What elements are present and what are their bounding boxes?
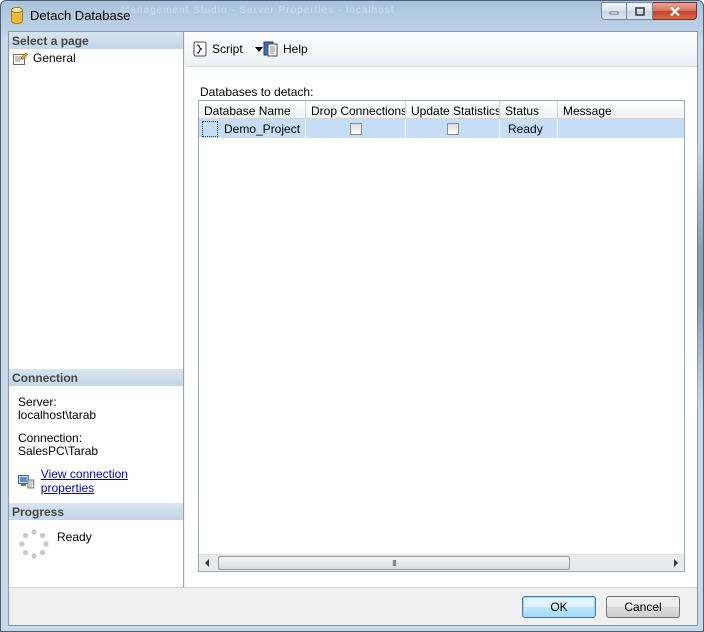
help-label: Help	[283, 42, 308, 56]
maximize-button[interactable]	[627, 2, 653, 20]
progress-status: Ready	[57, 530, 92, 544]
script-icon	[193, 41, 207, 57]
dialog-button-bar: OK Cancel	[9, 587, 697, 625]
view-connection-properties[interactable]: View connection properties	[18, 467, 183, 495]
page-item-general[interactable]: General	[13, 50, 76, 66]
page-item-label: General	[33, 51, 76, 65]
connection-properties-icon	[18, 474, 35, 488]
drop-connections-checkbox[interactable]	[349, 122, 362, 135]
minimize-button[interactable]	[601, 2, 627, 20]
scroll-left-icon[interactable]	[205, 559, 209, 567]
grid-header-row: Database Name Drop Connections Update St…	[199, 101, 684, 119]
scrollbar-thumb[interactable]: III	[218, 556, 570, 570]
row-selector[interactable]	[202, 120, 218, 137]
column-header-message[interactable]: Message	[558, 101, 684, 119]
scrollbar-grip: III	[392, 558, 397, 568]
cell-message	[558, 119, 684, 138]
minimize-icon	[609, 11, 619, 15]
cell-database-name[interactable]: Demo_Project	[199, 119, 306, 138]
window-title: Detach Database	[30, 8, 131, 23]
detach-database-window: Detach Database Management Studio - Serv…	[0, 0, 704, 632]
properties-page-icon	[13, 52, 28, 65]
connection-header: Connection	[9, 369, 183, 386]
connection-value: SalesPC\Tarab	[18, 444, 99, 458]
status-value: Ready	[508, 121, 543, 136]
progress-header: Progress	[9, 503, 183, 520]
script-label: Script	[212, 42, 243, 56]
column-header-drop-connections[interactable]: Drop Connections	[306, 101, 406, 119]
chevron-down-icon[interactable]	[254, 46, 263, 52]
column-header-update-statistics[interactable]: Update Statistics	[406, 101, 500, 119]
window-controls	[601, 2, 697, 20]
select-page-header: Select a page	[9, 32, 183, 49]
server-value: localhost\tarab	[18, 408, 97, 422]
background-window-title: Management Studio - Server Properties - …	[121, 5, 395, 16]
cell-update-statistics	[406, 119, 500, 138]
dialog-client-area: Select a page General Connection Server:…	[8, 31, 698, 626]
help-button[interactable]: Help	[263, 40, 308, 58]
ok-button[interactable]: OK	[522, 596, 596, 618]
column-header-status[interactable]: Status	[500, 101, 558, 119]
view-connection-properties-link[interactable]: View connection properties	[41, 467, 183, 495]
main-content-pane: Script Help Databases to detach: Databas…	[185, 32, 697, 587]
close-icon	[669, 6, 680, 16]
left-navigation-pane: Select a page General Connection Server:…	[9, 32, 184, 587]
table-row[interactable]: Demo_Project Ready	[199, 119, 684, 138]
toolbar: Script Help	[185, 32, 697, 67]
script-button[interactable]: Script	[192, 40, 263, 58]
update-statistics-checkbox[interactable]	[446, 122, 459, 135]
maximize-icon	[634, 6, 645, 16]
horizontal-scrollbar[interactable]: III	[199, 554, 684, 571]
cell-status: Ready	[500, 119, 558, 138]
window-resize-edge	[697, 146, 703, 406]
database-icon	[11, 7, 23, 24]
progress-spinner-icon	[19, 529, 49, 559]
help-icon	[263, 41, 278, 57]
database-name-value: Demo_Project	[224, 121, 301, 136]
scroll-right-icon[interactable]	[674, 559, 678, 567]
databases-grid: Database Name Drop Connections Update St…	[198, 100, 685, 572]
cancel-button[interactable]: Cancel	[606, 596, 680, 618]
column-header-database-name[interactable]: Database Name	[199, 101, 306, 119]
title-bar[interactable]: Detach Database Management Studio - Serv…	[1, 1, 703, 31]
close-button[interactable]	[653, 2, 697, 20]
cell-drop-connections	[306, 119, 406, 138]
databases-to-detach-label: Databases to detach:	[200, 85, 314, 99]
